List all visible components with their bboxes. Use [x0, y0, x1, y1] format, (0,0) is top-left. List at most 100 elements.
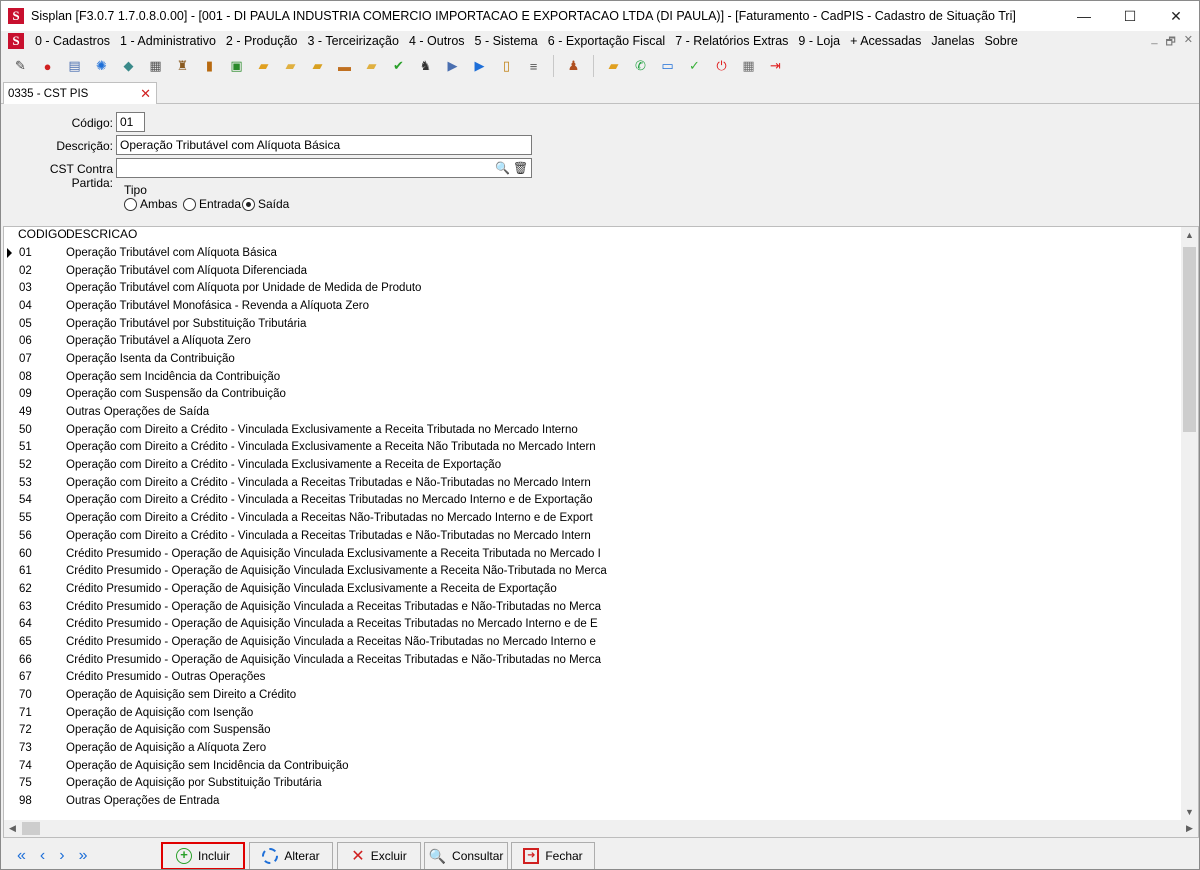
radio-entrada-dot[interactable] [183, 197, 196, 211]
trash-icon[interactable]: 🗑 [513, 161, 528, 175]
exit-icon[interactable]: ⇥ [766, 57, 785, 76]
folder-move-icon[interactable]: ▰ [604, 57, 623, 76]
table-row[interactable]: 01 Operação Tributável com Alíquota Básic… [4, 244, 1183, 262]
menu-terceirizacao[interactable]: 3 - Terceirização [302, 34, 403, 48]
menu-cadastros[interactable]: 0 - Cadastros [30, 34, 115, 48]
menu-janelas[interactable]: Janelas [926, 34, 979, 48]
radio-saida[interactable]: Saída [242, 197, 289, 211]
radio-ambas[interactable]: Ambas [124, 197, 177, 211]
table-row[interactable]: 61 Crédito Presumido - Operação de Aquisi… [4, 562, 1183, 580]
menu-logo-icon[interactable]: S [8, 33, 24, 49]
gear-icon[interactable]: ✺ [92, 57, 111, 76]
list-view-icon[interactable]: ≡ [524, 57, 543, 76]
scroll-up-icon[interactable]: ▲ [1181, 227, 1198, 244]
alterar-button[interactable]: Alterar [249, 842, 333, 869]
folder-note-icon[interactable]: ▰ [362, 57, 381, 76]
table-row[interactable]: 49 Outras Operações de Saída [4, 403, 1183, 421]
header-descricao[interactable]: DESCRICAO [64, 227, 1183, 244]
fechar-button[interactable]: ➜ Fechar [511, 842, 595, 869]
table-row[interactable]: 62 Crédito Presumido - Operação de Aquisi… [4, 580, 1183, 598]
table-row[interactable]: 55 Operação com Direito a Crédito - Vincu… [4, 509, 1183, 527]
menu-loja[interactable]: 9 - Loja [793, 34, 845, 48]
vertical-scroll-thumb[interactable] [1183, 247, 1196, 432]
book-icon[interactable]: ▮ [200, 57, 219, 76]
document-edit-icon[interactable]: ▤ [65, 57, 84, 76]
cst-grid[interactable]: CODIGO DESCRICAO 01 Operação Tributável c… [3, 226, 1199, 838]
table-row[interactable]: 71 Operação de Aquisição com Isenção [4, 704, 1183, 722]
cst-contra-partida-field[interactable] [116, 158, 532, 178]
table-row[interactable]: 09 Operação com Suspensão da Contribuição [4, 386, 1183, 404]
excluir-button[interactable]: ✕ Excluir [337, 842, 421, 869]
table-row[interactable]: 66 Crédito Presumido - Operação de Aquisi… [4, 651, 1183, 669]
table-row[interactable]: 08 Operação sem Incidência da Contribuiçã… [4, 368, 1183, 386]
table-row[interactable]: 65 Crédito Presumido - Operação de Aquisi… [4, 633, 1183, 651]
menu-acessadas[interactable]: + Acessadas [845, 34, 926, 48]
horizontal-scrollbar[interactable]: ◀ ▶ [4, 820, 1198, 837]
tab-close-icon[interactable]: ✕ [140, 86, 151, 102]
table-row[interactable]: 56 Operação com Direito a Crédito - Vincu… [4, 527, 1183, 545]
minimize-button[interactable]: — [1061, 1, 1107, 31]
bottles-icon[interactable]: ♜ [173, 57, 192, 76]
table-row[interactable]: 06 Operação Tributável a Alíquota Zero [4, 332, 1183, 350]
table-row[interactable]: 70 Operação de Aquisição sem Direito a Cr… [4, 686, 1183, 704]
horizontal-scroll-thumb[interactable] [22, 822, 40, 835]
menu-administrativo[interactable]: 1 - Administrativo [115, 34, 221, 48]
close-button[interactable]: ✕ [1153, 1, 1199, 31]
mdi-close-button[interactable]: ✕ [1184, 33, 1193, 52]
truck-icon[interactable]: ▬ [335, 57, 354, 76]
table-row[interactable]: 51 Operação com Direito a Crédito - Vincu… [4, 439, 1183, 457]
spreadsheet-icon[interactable]: ▣ [227, 57, 246, 76]
menu-sobre[interactable]: Sobre [979, 34, 1022, 48]
consultar-button[interactable]: 🔍 Consultar [424, 842, 508, 869]
strawberry-icon[interactable]: ● [38, 57, 57, 76]
table-row[interactable]: 98 Outras Operações de Entrada [4, 792, 1183, 810]
scroll-right-icon[interactable]: ▶ [1181, 820, 1198, 837]
table-row[interactable]: 07 Operação Isenta da Contribuição [4, 350, 1183, 368]
header-codigo[interactable]: CODIGO [4, 227, 67, 244]
folder-open-icon[interactable]: ▰ [281, 57, 300, 76]
users-icon[interactable]: ♟ [564, 57, 583, 76]
power-icon[interactable]: ⏻ [712, 57, 731, 76]
table-row[interactable]: 53 Operação com Direito a Crédito - Vincu… [4, 474, 1183, 492]
menu-relatorios-extras[interactable]: 7 - Relatórios Extras [670, 34, 793, 48]
table-row[interactable]: 60 Crédito Presumido - Operação de Aquisi… [4, 545, 1183, 563]
table-row[interactable]: 64 Crédito Presumido - Operação de Aquisi… [4, 615, 1183, 633]
last-record-icon[interactable]: » [79, 847, 88, 865]
document-import-icon[interactable]: ▶ [470, 57, 489, 76]
maximize-button[interactable]: ☐ [1107, 1, 1153, 31]
table-row[interactable]: 74 Operação de Aquisição sem Incidência d… [4, 757, 1183, 775]
table-row[interactable]: 05 Operação Tributável por Substituição T… [4, 315, 1183, 333]
tab-cst-pis[interactable]: 0335 - CST PIS ✕ [3, 82, 157, 104]
calculator-icon[interactable]: ✎ [11, 57, 30, 76]
menu-sistema[interactable]: 5 - Sistema [470, 34, 543, 48]
search-icon[interactable]: 🔍 [495, 161, 510, 175]
table-row[interactable]: 52 Operação com Direito a Crédito - Vincu… [4, 456, 1183, 474]
check-badge-icon[interactable]: ✓ [685, 57, 704, 76]
vertical-scrollbar[interactable]: ▲ ▼ [1181, 227, 1198, 821]
next-record-icon[interactable]: › [59, 847, 64, 865]
table-row[interactable]: 73 Operação de Aquisição a Alíquota Zero [4, 739, 1183, 757]
menu-outros[interactable]: 4 - Outros [404, 34, 470, 48]
check-circle-icon[interactable]: ✔ [389, 57, 408, 76]
scroll-down-icon[interactable]: ▼ [1181, 804, 1198, 821]
incluir-button[interactable]: + Incluir [161, 842, 245, 869]
folder-pencil-icon[interactable]: ▰ [254, 57, 273, 76]
first-record-icon[interactable]: « [17, 847, 26, 865]
scroll-left-icon[interactable]: ◀ [4, 820, 21, 837]
chess-icon[interactable]: ♞ [416, 57, 435, 76]
folder-edit-icon[interactable]: ▰ [308, 57, 327, 76]
mdi-minimize-button[interactable]: _ [1151, 33, 1157, 52]
table-row[interactable]: 50 Operação com Direito a Crédito - Vincu… [4, 421, 1183, 439]
printer-icon[interactable]: ▦ [146, 57, 165, 76]
codigo-field[interactable]: 01 [116, 112, 145, 132]
document-arrow-icon[interactable]: ▶ [443, 57, 462, 76]
menu-exportacao-fiscal[interactable]: 6 - Exportação Fiscal [543, 34, 670, 48]
table-row[interactable]: 75 Operação de Aquisição por Substituição… [4, 775, 1183, 793]
table-row[interactable]: 63 Crédito Presumido - Operação de Aquisi… [4, 598, 1183, 616]
battery-icon[interactable]: ▯ [497, 57, 516, 76]
previous-record-icon[interactable]: ‹ [40, 847, 45, 865]
mdi-restore-button[interactable]: 🗗 [1165, 33, 1175, 52]
menu-producao[interactable]: 2 - Produção [221, 34, 303, 48]
descricao-field[interactable]: Operação Tributável com Alíquota Básica [116, 135, 532, 155]
table-row[interactable]: 02 Operação Tributável com Alíquota Difer… [4, 262, 1183, 280]
